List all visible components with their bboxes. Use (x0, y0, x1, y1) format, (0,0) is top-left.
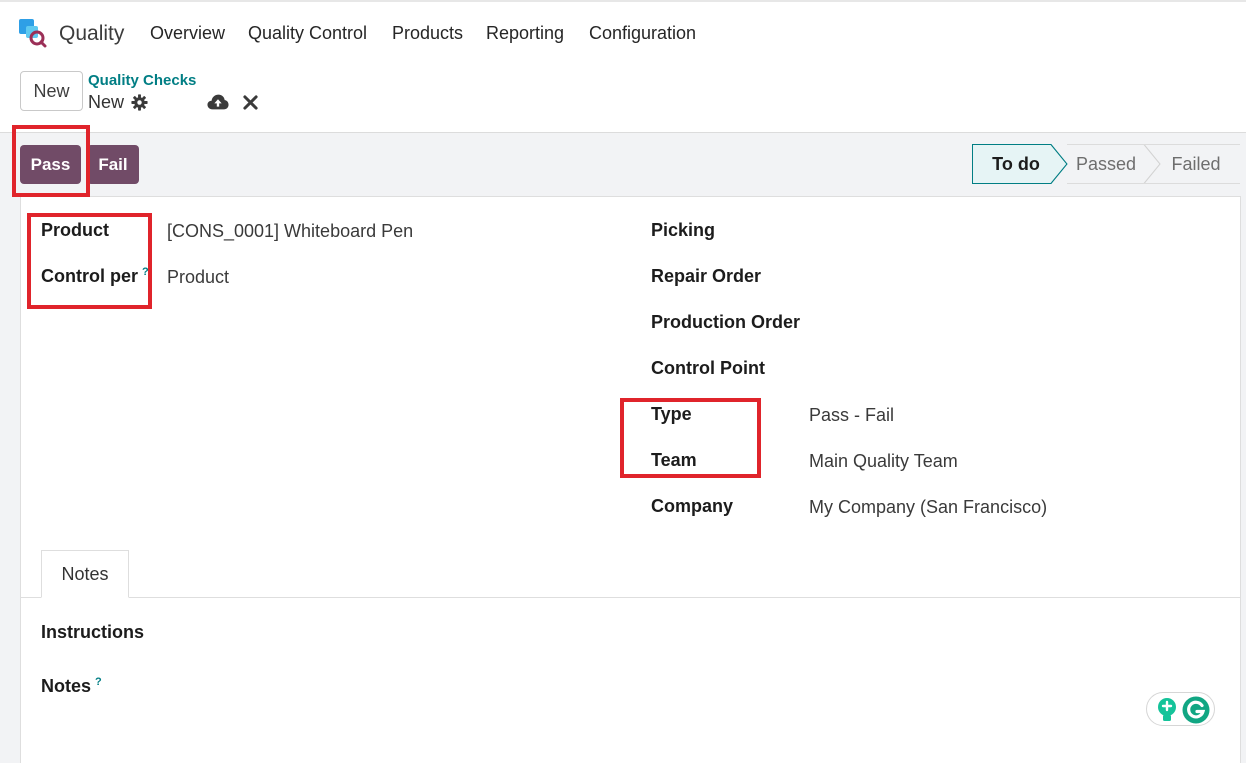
team-field[interactable]: Main Quality Team (809, 451, 958, 472)
help-tooltip-icon[interactable]: ? (95, 676, 102, 688)
stage-passed[interactable]: Passed (1066, 144, 1146, 184)
pass-button[interactable]: Pass (20, 145, 81, 184)
breadcrumb-current: New (88, 92, 125, 112)
help-tooltip-icon[interactable]: ? (142, 266, 149, 278)
control-per-label: Control per? (41, 266, 149, 286)
control-per-field[interactable]: Product (167, 267, 229, 288)
notebook-divider (20, 597, 1241, 598)
team-label: Team (651, 450, 697, 470)
control-panel: New Quality Checks New (0, 64, 1246, 133)
grammarly-widget[interactable] (1146, 692, 1215, 726)
gear-icon[interactable] (131, 94, 148, 111)
app-name[interactable]: Quality (59, 22, 124, 46)
product-field[interactable]: [CONS_0001] Whiteboard Pen (167, 221, 413, 242)
save-cloud-icon[interactable] (207, 93, 229, 111)
new-button[interactable]: New (20, 71, 83, 111)
tab-notes[interactable]: Notes (41, 550, 129, 598)
type-label: Type (651, 404, 692, 424)
stage-failed[interactable]: Failed (1158, 144, 1234, 184)
nav-products[interactable]: Products (392, 23, 463, 44)
picking-label: Picking (651, 220, 716, 240)
control-point-label: Control Point (651, 358, 765, 378)
production-order-label: Production Order (651, 312, 801, 332)
quality-app-icon[interactable] (18, 18, 48, 48)
grammarly-icon[interactable] (1182, 696, 1210, 724)
company-field[interactable]: My Company (San Francisco) (809, 497, 1047, 518)
top-navbar: Quality Overview Quality Control Product… (0, 0, 1246, 64)
notes-label: Notes? (41, 676, 102, 696)
product-label: Product (41, 220, 110, 240)
stage-to-do[interactable]: To do (972, 144, 1060, 184)
lightbulb-icon[interactable] (1155, 697, 1179, 723)
nav-quality-control[interactable]: Quality Control (248, 23, 367, 44)
nav-reporting[interactable]: Reporting (486, 23, 564, 44)
status-bar: To do Passed Failed (972, 144, 1240, 184)
repair-order-label: Repair Order (651, 266, 762, 286)
discard-close-icon[interactable] (243, 95, 258, 110)
fail-button[interactable]: Fail (87, 145, 139, 184)
nav-overview[interactable]: Overview (150, 23, 225, 44)
instructions-label: Instructions (41, 622, 145, 642)
type-field[interactable]: Pass - Fail (809, 405, 894, 426)
breadcrumb-quality-checks[interactable]: Quality Checks (88, 72, 196, 89)
nav-configuration[interactable]: Configuration (589, 23, 696, 44)
company-label: Company (651, 496, 734, 516)
